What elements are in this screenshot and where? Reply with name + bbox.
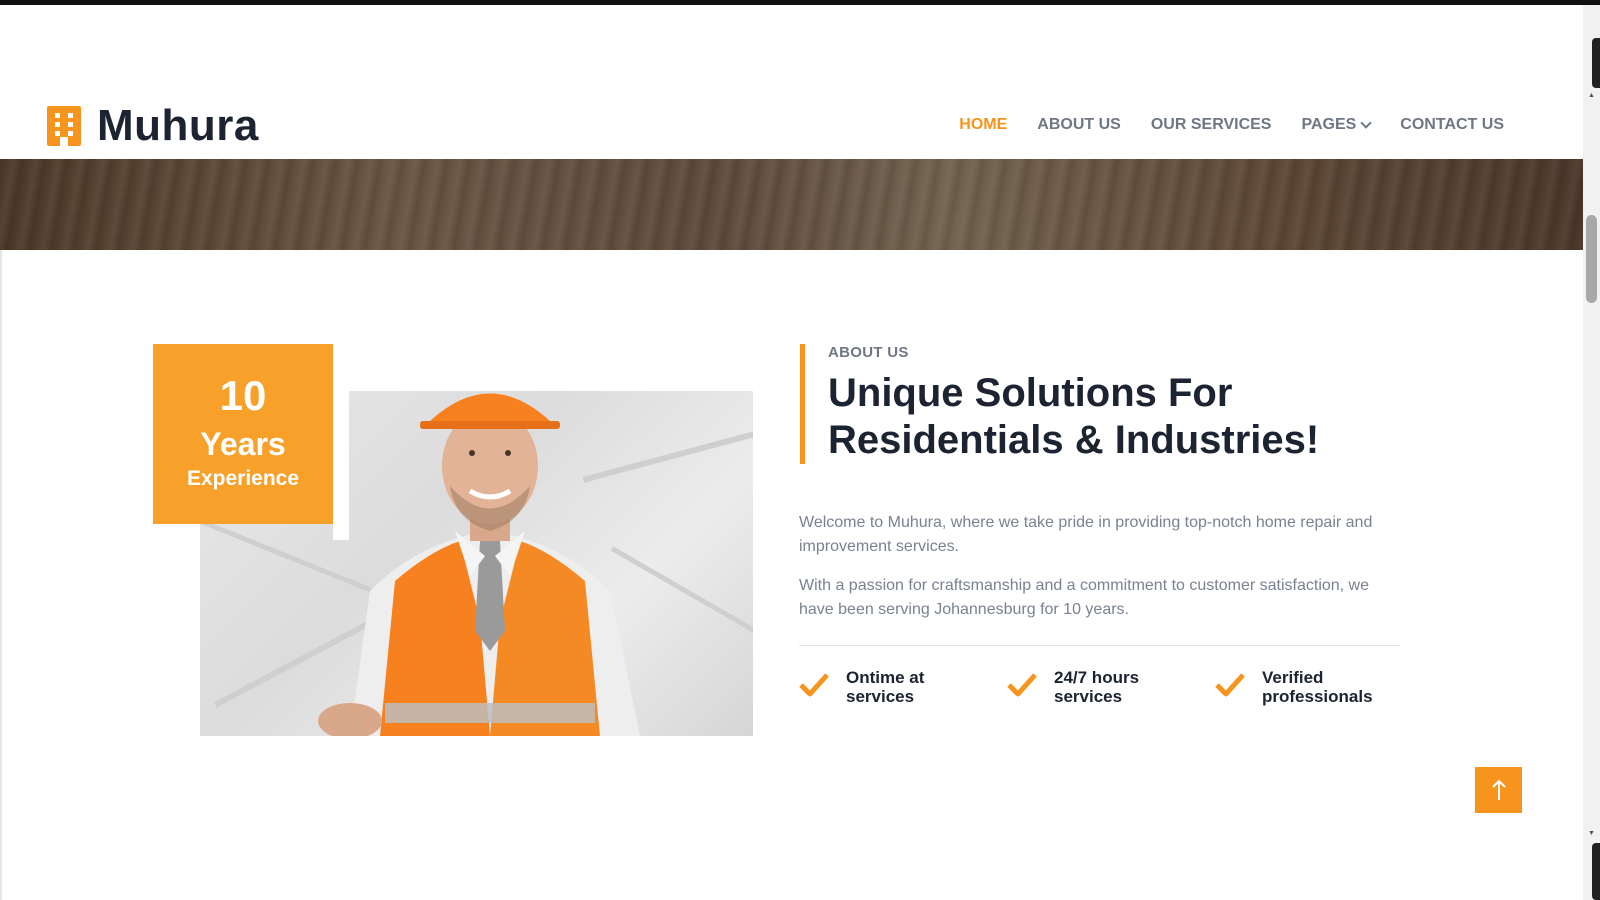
site-logo[interactable]: Muhura [47,101,259,151]
section-heading: Unique Solutions For Residentials & Indu… [828,370,1428,464]
about-paragraph-1: Welcome to Muhura, where we take pride i… [799,514,1373,555]
photo-frame-accent [333,390,349,540]
check-icon [1215,673,1245,697]
arrow-up-icon [1491,779,1506,800]
nav-item-our-services[interactable]: OUR SERVICES [1151,116,1272,134]
heading-line-1: Unique Solutions For [828,371,1233,415]
page-scrollbar[interactable]: ▲ ▼ [1583,5,1600,900]
scrollbar-thumb[interactable] [1586,215,1597,303]
feature-label: Ontime at services [846,668,925,706]
experience-label: Experience [186,467,300,490]
nav-item-contact-us[interactable]: CONTACT US [1400,116,1504,134]
worker-illustration [318,393,640,736]
scroll-down-arrow-icon[interactable]: ▼ [1583,827,1600,841]
feature-label: 24/7 hours services [1054,668,1140,706]
building-icon [47,106,81,146]
about-paragraph-2: With a passion for craftsmanship and a c… [799,577,1370,618]
section-divider [799,645,1400,646]
feature-item: 24/7 hours services [1007,668,1204,706]
check-icon [1007,673,1037,697]
heading-accent-bar [800,344,805,464]
nav-item-home[interactable]: HOME [959,116,1007,134]
nav-item-about-us[interactable]: ABOUT US [1037,116,1121,134]
experience-badge: 10 Years Experience [153,344,333,524]
main-nav: HOME ABOUT US OUR SERVICES PAGES CONTACT… [929,116,1504,134]
hero-banner-image [0,159,1583,250]
nav-item-pages-label: PAGES [1301,116,1357,133]
brand-name: Muhura [97,101,259,150]
nav-item-pages[interactable]: PAGES [1301,116,1372,134]
check-icon [799,673,829,697]
chevron-down-icon [1360,117,1372,129]
experience-unit: Years [200,426,286,462]
site-header: Muhura HOME ABOUT US OUR SERVICES PAGES … [0,5,1583,159]
experience-number: 10 [219,372,267,419]
section-eyebrow: ABOUT US [828,344,909,361]
feature-label: Verified professionals [1262,668,1373,706]
scroll-up-arrow-icon[interactable]: ▲ [1583,89,1600,103]
heading-line-2: Residentials & Industries! [828,418,1320,462]
back-to-top-button[interactable] [1475,767,1522,813]
feature-item: Verified professionals [1215,668,1412,706]
feature-item: Ontime at services [799,668,996,706]
